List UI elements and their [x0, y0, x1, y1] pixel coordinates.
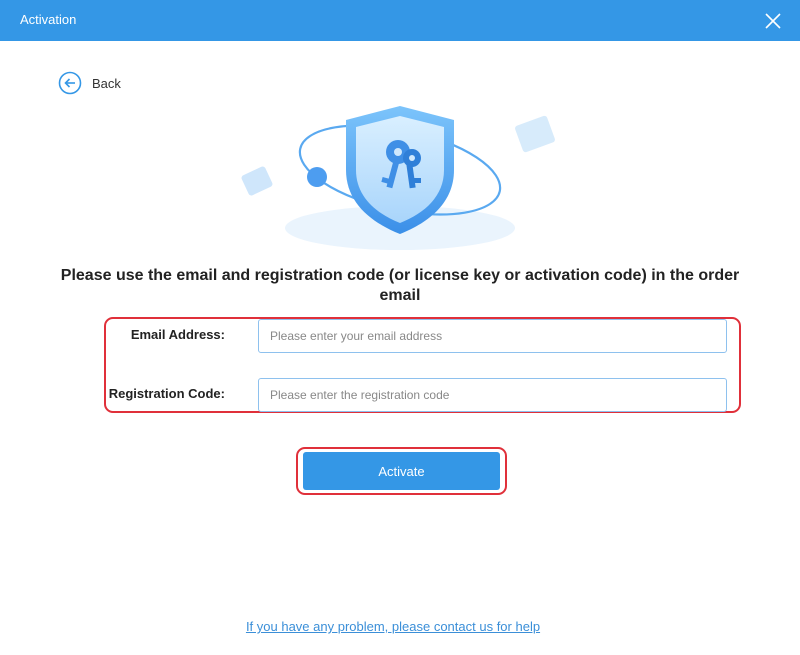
registration-code-field[interactable]	[258, 378, 727, 412]
registration-code-label: Registration Code:	[108, 386, 225, 401]
email-label: Email Address:	[130, 327, 225, 342]
activate-button[interactable]: Activate	[303, 452, 500, 490]
shield-key-icon	[241, 106, 555, 250]
title-bar: Activation	[0, 0, 800, 41]
instruction-heading: Please use the email and registration co…	[60, 267, 740, 304]
help-link[interactable]: If you have any problem, please contact …	[0, 619, 786, 634]
arrow-left-circle-icon	[58, 71, 82, 95]
window-title: Activation	[20, 12, 77, 27]
back-label: Back	[92, 75, 121, 91]
email-field[interactable]	[258, 319, 727, 353]
back-button[interactable]: Back	[58, 70, 121, 96]
close-icon[interactable]	[762, 10, 784, 32]
